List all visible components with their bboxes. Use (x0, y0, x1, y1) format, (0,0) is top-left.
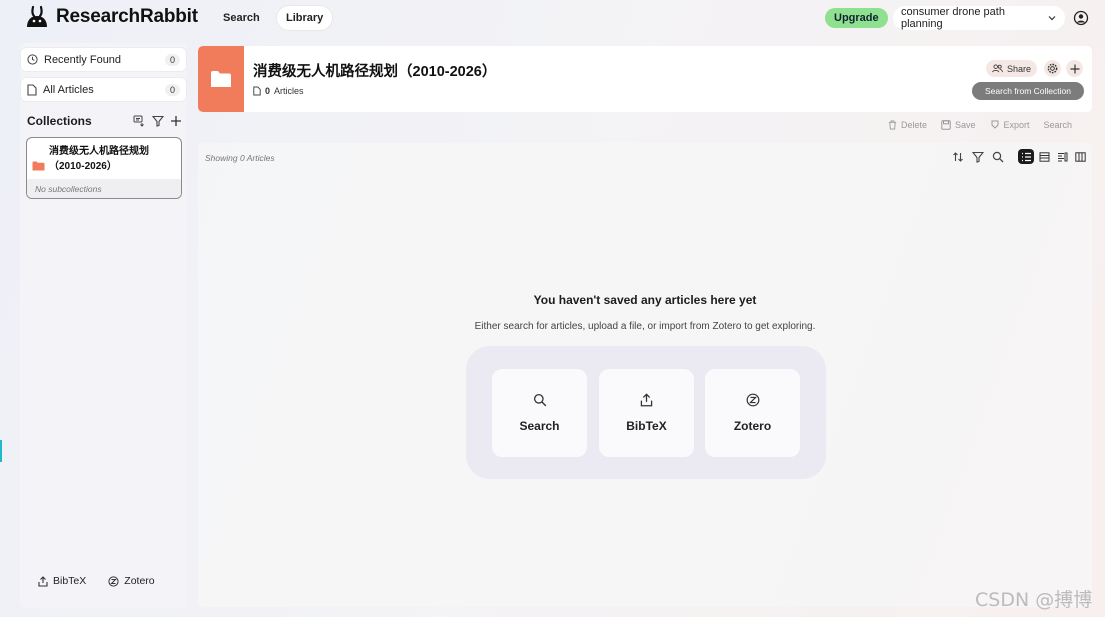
collection-name-line2: （2010-2026） (49, 161, 117, 172)
collection-title: 消费级无人机路径规划（2010-2026） (253, 64, 497, 80)
share-button[interactable]: Share (986, 60, 1038, 77)
filter-icon[interactable] (970, 149, 985, 164)
count-badge: 0 (164, 53, 180, 66)
upload-icon (38, 575, 48, 587)
export-label: Export (1003, 120, 1030, 130)
collection-header: 消费级无人机路径规划（2010-2026） 0 Articles Share S… (198, 46, 1092, 112)
zotero-icon (108, 575, 119, 587)
upload-icon (640, 393, 653, 407)
collection-item[interactable]: 消费级无人机路径规划 （2010-2026） No subcollections (26, 137, 182, 199)
plus-icon (1070, 64, 1080, 74)
delete-button[interactable]: Delete (888, 120, 927, 130)
collections-header: Collections (27, 112, 182, 130)
count-badge: 0 (164, 83, 180, 96)
compact-view-icon[interactable] (1036, 149, 1052, 164)
save-label: Save (955, 120, 976, 130)
search-option-card[interactable]: Search (492, 369, 587, 457)
collection-name-line1: 消费级无人机路径规划 (49, 146, 149, 157)
top-bar: ResearchRabbit Search Library Upgrade co… (0, 0, 1105, 36)
trash-icon (888, 120, 897, 130)
zotero-label: Zotero (124, 575, 155, 587)
nav-tab-library[interactable]: Library (277, 6, 333, 30)
app-name: ResearchRabbit (56, 6, 198, 27)
rabbit-logo-icon (24, 5, 50, 29)
collections-title: Collections (27, 114, 92, 128)
collection-article-count: 0 Articles (253, 86, 304, 96)
folder-icon (32, 152, 45, 179)
add-collection-icon[interactable] (170, 115, 182, 127)
sidebar-item-label: Recently Found (44, 53, 122, 66)
watermark: CSDN @搏博 (975, 589, 1093, 611)
filter-icon[interactable] (152, 115, 164, 127)
subcollections-note: No subcollections (27, 179, 181, 198)
account-icon[interactable] (1073, 10, 1089, 26)
article-count: 0 (265, 86, 271, 96)
bibtex-option-label: BibTeX (626, 419, 667, 433)
zotero-import-button[interactable]: Zotero (108, 575, 155, 587)
document-icon (253, 86, 261, 96)
clock-icon (27, 54, 38, 65)
project-select[interactable]: consumer drone path planning (893, 6, 1065, 30)
zotero-icon (746, 393, 760, 407)
collection-folder-badge (198, 46, 244, 112)
chevron-down-icon (1047, 13, 1057, 23)
share-label: Share (1007, 63, 1032, 74)
column-view-icon[interactable] (1072, 149, 1088, 164)
article-word: Articles (274, 86, 304, 96)
sidebar-item-label: All Articles (43, 83, 94, 96)
document-icon (27, 83, 37, 96)
zotero-option-card[interactable]: Zotero (705, 369, 800, 457)
add-articles-options: Search BibTeX Zotero (466, 346, 826, 479)
zotero-option-label: Zotero (733, 419, 772, 433)
bibtex-import-button[interactable]: BibTeX (38, 575, 86, 587)
empty-state-title: You haven't saved any articles here yet (533, 293, 757, 307)
search-icon[interactable] (990, 149, 1005, 164)
export-icon (990, 120, 1000, 130)
search-articles-button[interactable]: Search (1044, 120, 1073, 130)
list-tools (950, 149, 1005, 164)
search-option-label: Search (519, 419, 560, 433)
upgrade-button[interactable]: Upgrade (825, 8, 888, 28)
delete-label: Delete (901, 120, 928, 130)
search-icon (533, 393, 547, 407)
add-button[interactable] (1066, 60, 1083, 77)
view-mode-toggle (1018, 149, 1088, 164)
collection-settings-button[interactable] (1044, 60, 1061, 77)
search-from-collection-button[interactable]: Search from Collection (972, 82, 1084, 100)
gear-icon (1047, 63, 1058, 74)
sidebar-footer: BibTeX Zotero (38, 575, 155, 587)
list-view-icon[interactable] (1018, 149, 1034, 164)
showing-count: Showing 0 Articles (205, 153, 275, 163)
bibtex-option-card[interactable]: BibTeX (599, 369, 694, 457)
sort-icon[interactable] (950, 149, 965, 164)
users-icon (992, 64, 1003, 73)
save-button[interactable]: Save (941, 120, 976, 130)
articles-panel: Showing 0 Articles You haven't saved any… (198, 143, 1092, 607)
sidebar-item-all-articles[interactable]: All Articles 0 (21, 78, 186, 101)
detail-view-icon[interactable] (1054, 149, 1070, 164)
sidebar-item-recently-found[interactable]: Recently Found 0 (21, 48, 186, 71)
bibtex-label: BibTeX (53, 575, 87, 587)
nav-tab-search[interactable]: Search (214, 6, 269, 30)
article-actions: Delete Save Export Search (888, 120, 1072, 130)
folder-icon (210, 70, 232, 88)
window-edge-accent (0, 440, 2, 462)
export-button[interactable]: Export (990, 120, 1030, 130)
app-logo[interactable]: ResearchRabbit (24, 5, 198, 29)
save-icon (941, 120, 951, 130)
empty-state-subtitle: Either search for articles, upload a fil… (474, 321, 816, 332)
sort-collections-icon[interactable] (133, 115, 146, 127)
project-select-value: consumer drone path planning (901, 6, 1005, 30)
